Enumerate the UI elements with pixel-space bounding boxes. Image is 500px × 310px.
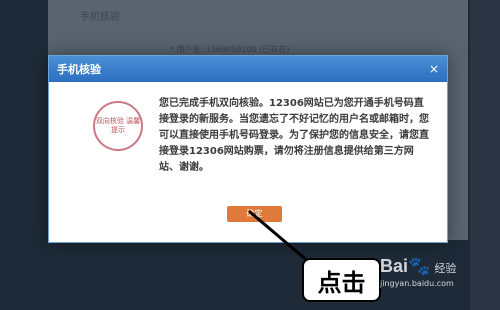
- stamp-icon: 双向核验 温馨提示: [93, 101, 143, 151]
- paw-icon: 🐾: [408, 256, 431, 276]
- close-icon[interactable]: ×: [429, 62, 439, 76]
- watermark-brand: Bai: [380, 256, 409, 276]
- phone-verify-dialog: 手机核验 × 双向核验 温馨提示 您已完成手机双向核验。12306网站已为您开通…: [48, 55, 448, 243]
- background-username-line: * 用户名: 1369059200 (已存在): [170, 45, 290, 54]
- watermark-url: jingyan.baidu.com: [380, 279, 454, 288]
- dialog-title: 手机核验: [57, 63, 101, 76]
- watermark-suffix: 经验: [434, 262, 457, 275]
- stamp-text: 双向核验 温馨提示: [95, 117, 141, 134]
- baidu-watermark: Bai🐾 经验 jingyan.baidu.com: [380, 256, 490, 302]
- dialog-header: 手机核验 ×: [49, 56, 447, 82]
- click-callout: 点击: [302, 258, 381, 302]
- confirm-button[interactable]: 确定: [227, 206, 282, 222]
- dialog-message: 您已完成手机双向核验。12306网站已为您开通手机号码直接登录的新服务。当您遗忘…: [159, 98, 429, 173]
- background-page-title: 手机核验: [80, 12, 120, 23]
